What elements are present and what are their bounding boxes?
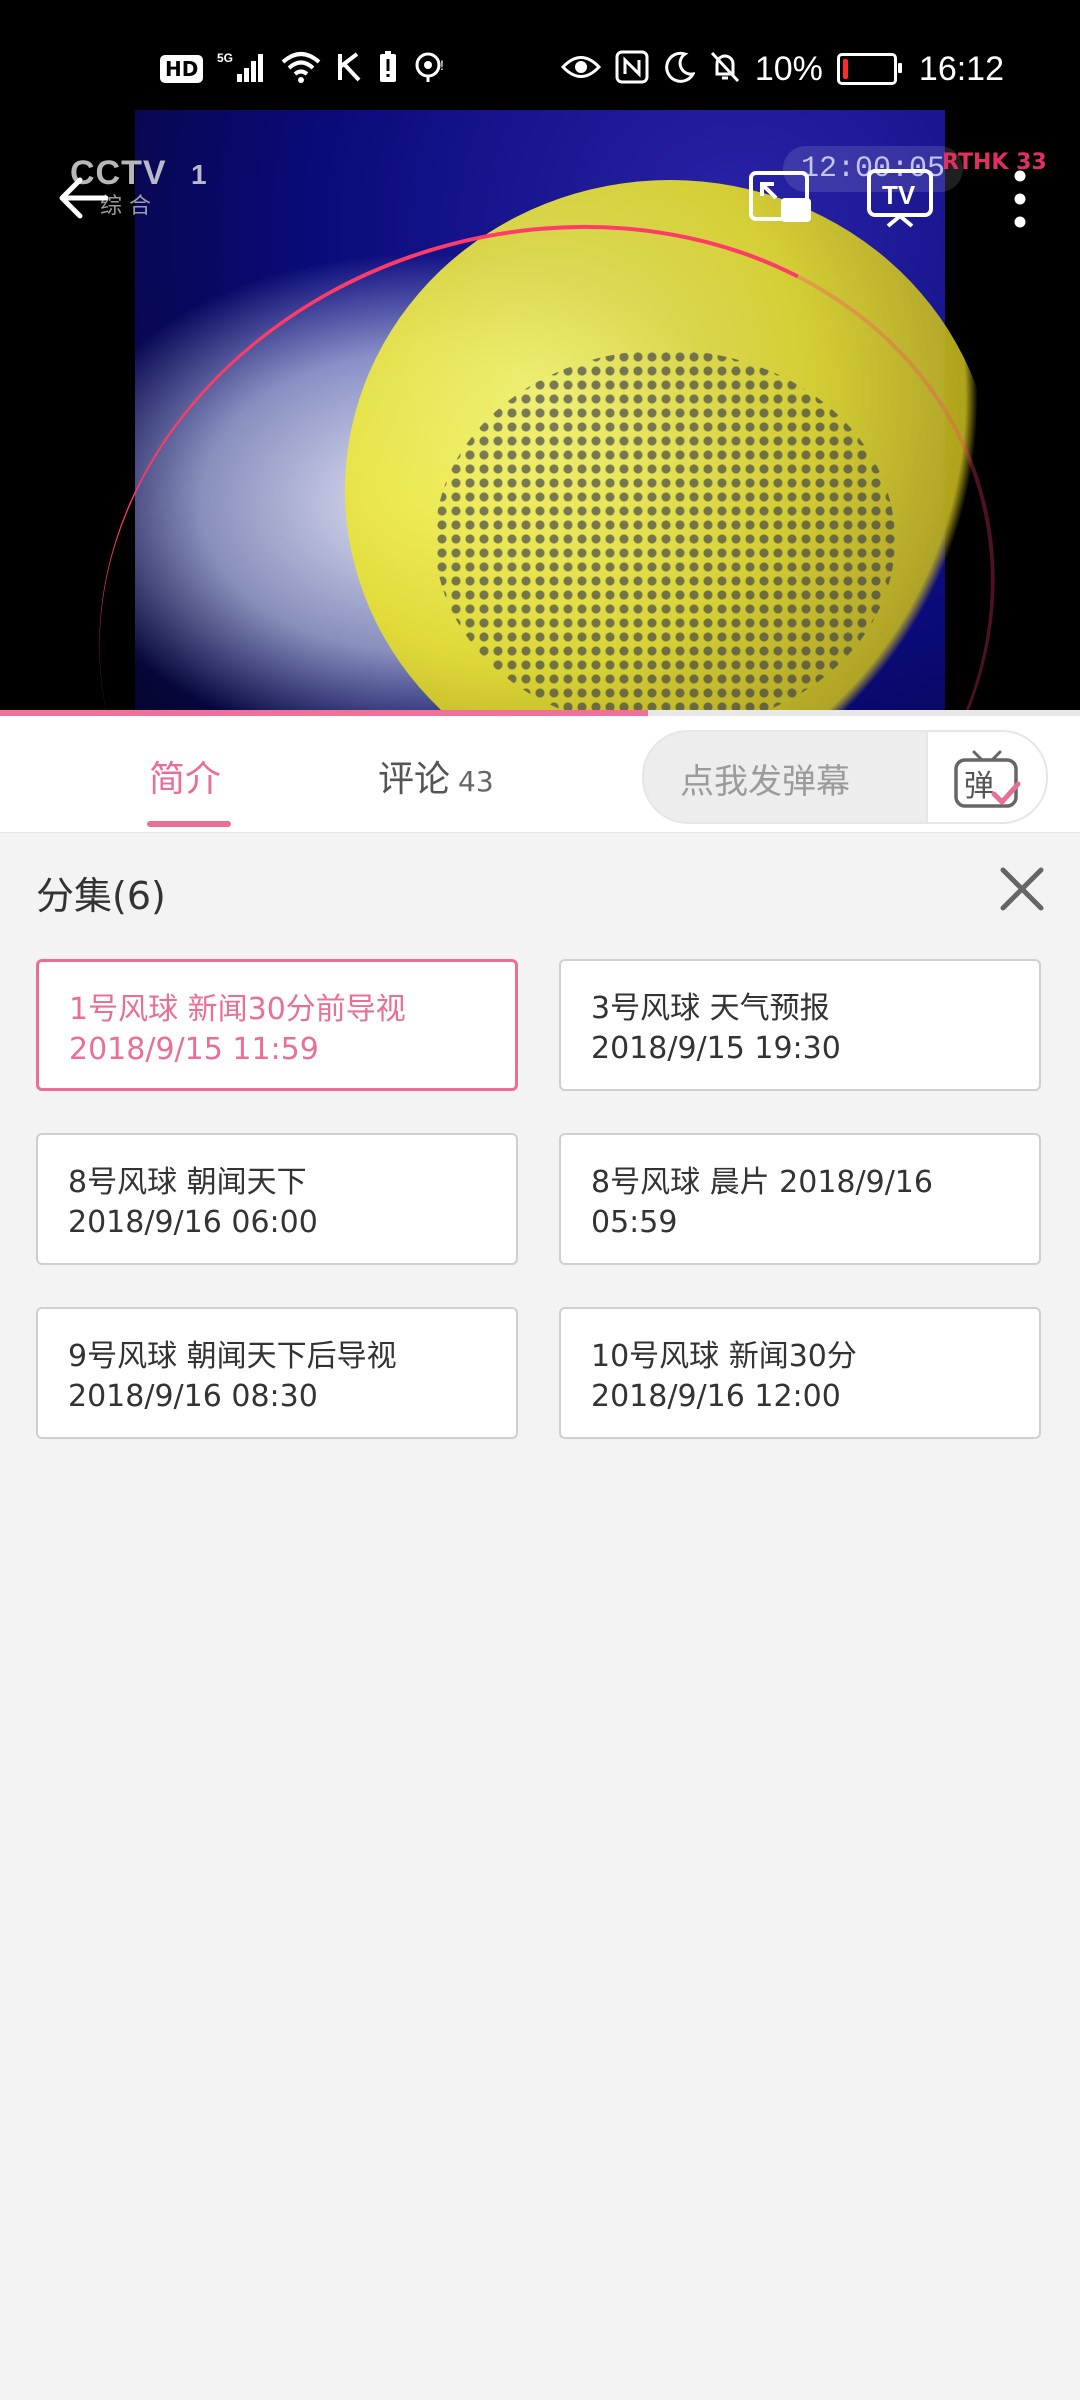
channel-number: 1	[191, 159, 208, 190]
clock: 16:12	[918, 49, 1004, 88]
k-icon	[335, 50, 363, 88]
episode-card[interactable]: 10号风球 新闻30分 2018/9/16 12:00	[559, 1307, 1041, 1439]
status-bar: HD 5G ! 10% 16:12	[0, 0, 1080, 110]
danmaku-toggle-button[interactable]: 弹	[926, 732, 1046, 822]
comments-count: 43	[458, 765, 494, 798]
episode-card[interactable]: 8号风球 朝闻天下 2018/9/16 06:00	[36, 1133, 518, 1265]
video-frame	[11, 110, 1080, 714]
episode-card[interactable]: 8号风球 晨片 2018/9/16 05:59	[559, 1133, 1041, 1265]
episodes-title: 分集(6)	[36, 874, 166, 918]
tab-comments[interactable]: 评论 43	[378, 750, 494, 802]
episode-date: 2018/9/16 12:00	[591, 1379, 841, 1414]
danmaku-glyph: 弹	[964, 769, 994, 804]
episode-title: 9号风球 朝闻天下后导视	[68, 1339, 397, 1374]
hotspot-icon: !	[413, 50, 447, 88]
episode-date: 2018/9/15 19:30	[591, 1031, 841, 1066]
status-icons-left: HD 5G !	[160, 44, 447, 94]
5g-signal-icon: 5G	[217, 50, 267, 88]
episode-date: 2018/9/16 08:30	[68, 1379, 318, 1414]
danmaku-tv-icon: 弹	[954, 750, 1021, 808]
video-player[interactable]: CCTV 1 综 合 12:00:05 RTHK 33 TV	[0, 110, 1080, 714]
episode-date: 05:59	[591, 1205, 678, 1240]
danmaku-bar[interactable]: 点我发弹幕 弹	[642, 730, 1048, 824]
wifi-icon	[281, 50, 321, 88]
danmaku-input[interactable]: 点我发弹幕	[680, 754, 850, 803]
episode-title: 8号风球 晨片 2018/9/16	[591, 1165, 933, 1200]
episode-date: 2018/9/15 11:59	[69, 1032, 319, 1067]
tv-cast-icon[interactable]: TV	[866, 168, 934, 234]
battery-icon	[836, 53, 902, 85]
eye-icon	[560, 50, 601, 88]
svg-text:TV: TV	[882, 180, 916, 210]
episode-title: 1号风球 新闻30分前导视	[69, 992, 406, 1027]
picture-in-picture-icon[interactable]	[748, 170, 814, 230]
back-arrow-icon[interactable]	[54, 168, 114, 232]
episode-card[interactable]: 3号风球 天气预报 2018/9/15 19:30	[559, 959, 1041, 1091]
episode-title: 8号风球 朝闻天下	[68, 1165, 307, 1200]
episode-title: 10号风球 新闻30分	[591, 1339, 857, 1374]
episode-date: 2018/9/16 06:00	[68, 1205, 318, 1240]
tab-intro-underline	[147, 821, 231, 827]
nfc-icon	[615, 50, 649, 88]
svg-text:5G: 5G	[217, 51, 233, 65]
tab-comments-label: 评论	[378, 759, 451, 800]
svg-text:!: !	[440, 57, 444, 73]
mute-bell-icon	[709, 50, 741, 88]
tab-bar: 简介 评论 43 点我发弹幕 弹	[0, 716, 1080, 833]
tab-intro[interactable]: 简介	[149, 750, 221, 802]
close-icon[interactable]	[995, 862, 1049, 916]
battery-alert-icon	[377, 50, 399, 88]
more-vert-icon[interactable]	[1006, 166, 1034, 236]
battery-percent: 10%	[754, 49, 823, 88]
hd-icon: HD	[160, 55, 204, 83]
episode-card[interactable]: 9号风球 朝闻天下后导视 2018/9/16 08:30	[36, 1307, 518, 1439]
battery-level	[842, 59, 848, 79]
moon-icon	[663, 50, 696, 88]
episode-title: 3号风球 天气预报	[591, 991, 830, 1026]
episode-card[interactable]: 1号风球 新闻30分前导视 2018/9/15 11:59	[36, 959, 518, 1091]
status-icons-right: 10% 16:12	[560, 44, 1004, 94]
